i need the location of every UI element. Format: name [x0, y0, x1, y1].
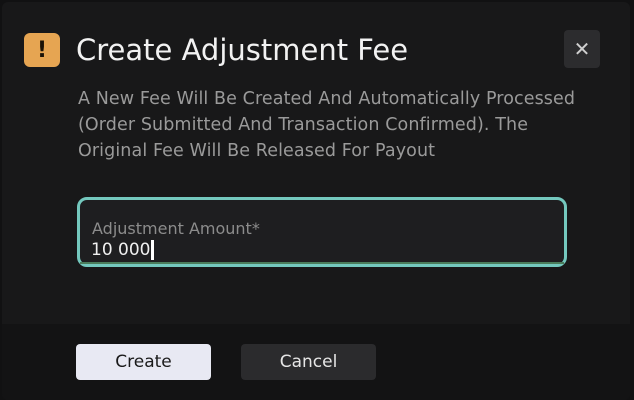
warning-glyph: !	[36, 37, 48, 63]
warning-icon: !	[24, 33, 60, 67]
adjustment-amount-field[interactable]: Adjustment Amount* 10 000	[77, 197, 567, 267]
adjustment-amount-value: 10 000	[91, 240, 151, 260]
close-icon: ✕	[573, 37, 591, 61]
dialog-title: Create Adjustment Fee	[76, 33, 409, 67]
create-adjustment-fee-dialog: ! Create Adjustment Fee ✕ A New Fee Will…	[2, 2, 630, 400]
adjustment-amount-label: Adjustment Amount*	[92, 219, 260, 238]
adjustment-amount-input[interactable]: 10 000	[91, 240, 155, 260]
dialog-description: A New Fee Will Be Created And Automatica…	[78, 89, 576, 161]
close-button[interactable]: ✕	[564, 30, 600, 68]
text-caret	[151, 240, 155, 260]
cancel-button[interactable]: Cancel	[241, 344, 376, 380]
create-button[interactable]: Create	[76, 344, 211, 380]
field-underline	[80, 262, 564, 264]
